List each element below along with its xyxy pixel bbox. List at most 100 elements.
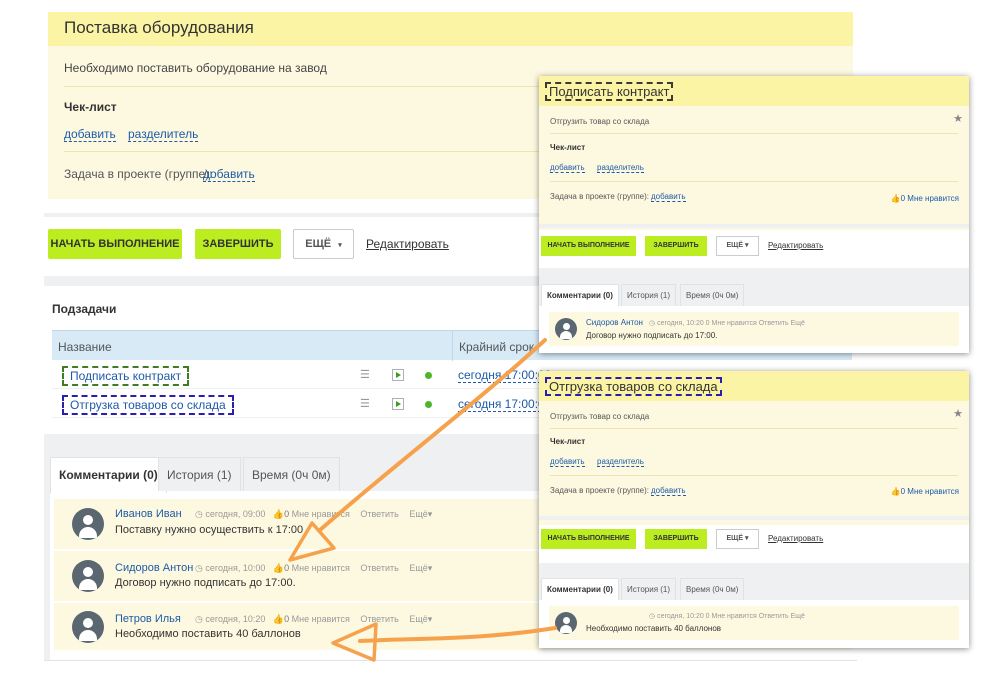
avatar-icon [555, 612, 577, 634]
reply-button[interactable]: Ответить [360, 509, 398, 519]
subtask-name-link[interactable]: Отгрузка товаров со склада [62, 395, 234, 415]
star-icon[interactable]: ★ [953, 112, 963, 125]
popup-project-add[interactable]: добавить [651, 486, 686, 496]
play-icon[interactable] [392, 398, 404, 410]
clock-icon: ◷ [649, 320, 656, 327]
chevron-down-icon: ▾ [427, 614, 433, 624]
popup-description: Отгрузить товар со склада [550, 412, 650, 421]
like-count: 0 [284, 563, 290, 573]
checklist-title: Чек-лист [64, 100, 117, 114]
clock-icon: ◷ [649, 613, 656, 620]
popup-comment-author[interactable]: Сидоров Антон [586, 318, 643, 327]
task-header: Поставка оборудования [48, 12, 853, 46]
popup-tab-history[interactable]: История (1) [621, 578, 677, 600]
comment-meta: ◷ сегодня, 09:00 👍0 Мне нравится Ответит… [195, 509, 432, 520]
checklist-separator-link[interactable]: разделитель [128, 127, 199, 142]
subtasks-title: Подзадачи [52, 302, 117, 316]
popup-more-button[interactable]: ЕЩЁ ▾ [716, 529, 759, 549]
project-add-link[interactable]: добавить [203, 167, 255, 182]
subtask-popup-shipping: Отгрузка товаров со склада ★ Отгрузить т… [539, 371, 969, 648]
subtask-name-link[interactable]: Подписать контракт [62, 366, 190, 386]
comment-more-button[interactable]: Ещё [409, 509, 427, 519]
popup-like[interactable]: 👍0 Мне нравится [891, 194, 959, 203]
like-icon[interactable]: 👍 [273, 614, 284, 624]
clock-icon: ◷ [195, 614, 203, 624]
chevron-down-icon: ▾ [427, 509, 433, 519]
edit-link[interactable]: Редактировать [366, 237, 449, 251]
popup-start-button[interactable]: НАЧАТЬ ВЫПОЛНЕНИЕ [541, 236, 636, 256]
popup-like[interactable]: 👍0 Мне нравится [891, 487, 959, 496]
comment-meta: ◷ сегодня, 10:20 👍0 Мне нравится Ответит… [195, 614, 432, 625]
popup-more-button[interactable]: ЕЩЁ ▾ [716, 236, 759, 256]
popup-checklist-separator[interactable]: разделитель [597, 163, 644, 173]
comment-more-button[interactable]: Ещё [409, 614, 427, 624]
subtask-due-link[interactable]: сегодня 17:00:00 [458, 397, 552, 412]
avatar-icon [72, 560, 104, 592]
popup-like-label: 0 Мне нравится [900, 194, 959, 203]
popup-more-label: ЕЩЁ [726, 535, 744, 542]
divider [550, 133, 958, 134]
popup-comment-meta-text: сегодня, 10:20 0 Мне нравится Ответить Е… [657, 320, 805, 327]
more-button[interactable]: ЕЩЁ ▾ [293, 229, 354, 259]
subtask-popup-contract: Подписать контракт ★ Отгрузить товар со … [539, 76, 969, 353]
popup-edit-link[interactable]: Редактировать [768, 534, 823, 543]
task-title: Поставка оборудования [64, 18, 254, 37]
popup-description: Отгрузить товар со склада [550, 117, 650, 126]
popup-project-label: Задача в проекте (группе): [550, 192, 649, 201]
popup-checklist-separator[interactable]: разделитель [597, 457, 644, 467]
column-divider [452, 331, 453, 361]
popup-start-button[interactable]: НАЧАТЬ ВЫПОЛНЕНИЕ [541, 529, 636, 549]
like-button[interactable]: Мне нравится [292, 563, 350, 573]
reply-button[interactable]: Ответить [360, 563, 398, 573]
subtask-due-link[interactable]: сегодня 17:00:00 [458, 368, 552, 383]
menu-icon[interactable]: ☰ [360, 397, 370, 410]
popup-tab-time[interactable]: Время (0ч 0м) [680, 578, 745, 600]
like-button[interactable]: Мне нравится [292, 614, 350, 624]
popup-comment-meta: ◷ сегодня, 10:20 0 Мне нравится Ответить… [649, 319, 805, 327]
chevron-down-icon: ▾ [744, 535, 749, 542]
menu-icon[interactable]: ☰ [360, 368, 370, 381]
reply-button[interactable]: Ответить [360, 614, 398, 624]
like-icon: 👍 [890, 487, 901, 496]
popup-comment-item: Сидоров Антон ◷ сегодня, 10:20 0 Мне нра… [549, 312, 959, 346]
comment-author[interactable]: Иванов Иван [115, 508, 182, 520]
comment-more-button[interactable]: Ещё [409, 563, 427, 573]
popup-finish-button[interactable]: ЗАВЕРШИТЬ [645, 529, 707, 549]
popup-tab-time[interactable]: Время (0ч 0м) [680, 284, 745, 306]
like-button[interactable]: Мне нравится [292, 509, 350, 519]
comment-author[interactable]: Петров Илья [115, 613, 181, 625]
popup-project-add[interactable]: добавить [651, 192, 686, 202]
status-dot-icon [425, 372, 432, 379]
popup-tab-comments[interactable]: Комментарии (0) [541, 578, 619, 600]
popup-comment-text: Договор нужно подписать до 17:00. [586, 331, 718, 340]
comment-text: Необходимо поставить 40 баллонов [115, 628, 301, 640]
popup-body: ★ Отгрузить товар со склада Чек-лист доб… [539, 401, 969, 525]
comment-time: сегодня, 10:00 [205, 563, 266, 573]
tab-history[interactable]: История (1) [158, 457, 241, 491]
popup-comment-text: Необходимо поставить 40 баллонов [586, 624, 722, 633]
divider [550, 181, 958, 182]
popup-checklist-add[interactable]: добавить [550, 457, 585, 467]
divider [44, 660, 857, 661]
start-button[interactable]: НАЧАТЬ ВЫПОЛНЕНИЕ [48, 229, 182, 259]
finish-button[interactable]: ЗАВЕРШИТЬ [195, 229, 281, 259]
like-icon[interactable]: 👍 [273, 563, 284, 573]
comment-author[interactable]: Сидоров Антон [115, 562, 193, 574]
checklist-add-link[interactable]: добавить [64, 127, 116, 142]
popup-project-label: Задача в проекте (группе): [550, 486, 649, 495]
popup-finish-button[interactable]: ЗАВЕРШИТЬ [645, 236, 707, 256]
comment-text: Поставку нужно осуществить к 17:00 [115, 524, 304, 536]
popup-tab-history[interactable]: История (1) [621, 284, 677, 306]
popup-edit-link[interactable]: Редактировать [768, 241, 823, 250]
play-icon[interactable] [392, 369, 404, 381]
popup-tab-comments[interactable]: Комментарии (0) [541, 284, 619, 306]
like-icon[interactable]: 👍 [273, 509, 284, 519]
chevron-down-icon: ▾ [338, 242, 342, 249]
star-icon[interactable]: ★ [953, 407, 963, 420]
popup-checklist-add[interactable]: добавить [550, 163, 585, 173]
clock-icon: ◷ [195, 563, 203, 573]
popup-checklist-title: Чек-лист [550, 437, 586, 446]
project-label: Задача в проекте (группе): [64, 167, 213, 181]
tab-time[interactable]: Время (0ч 0м) [243, 457, 340, 491]
tab-comments[interactable]: Комментарии (0) [50, 457, 167, 493]
